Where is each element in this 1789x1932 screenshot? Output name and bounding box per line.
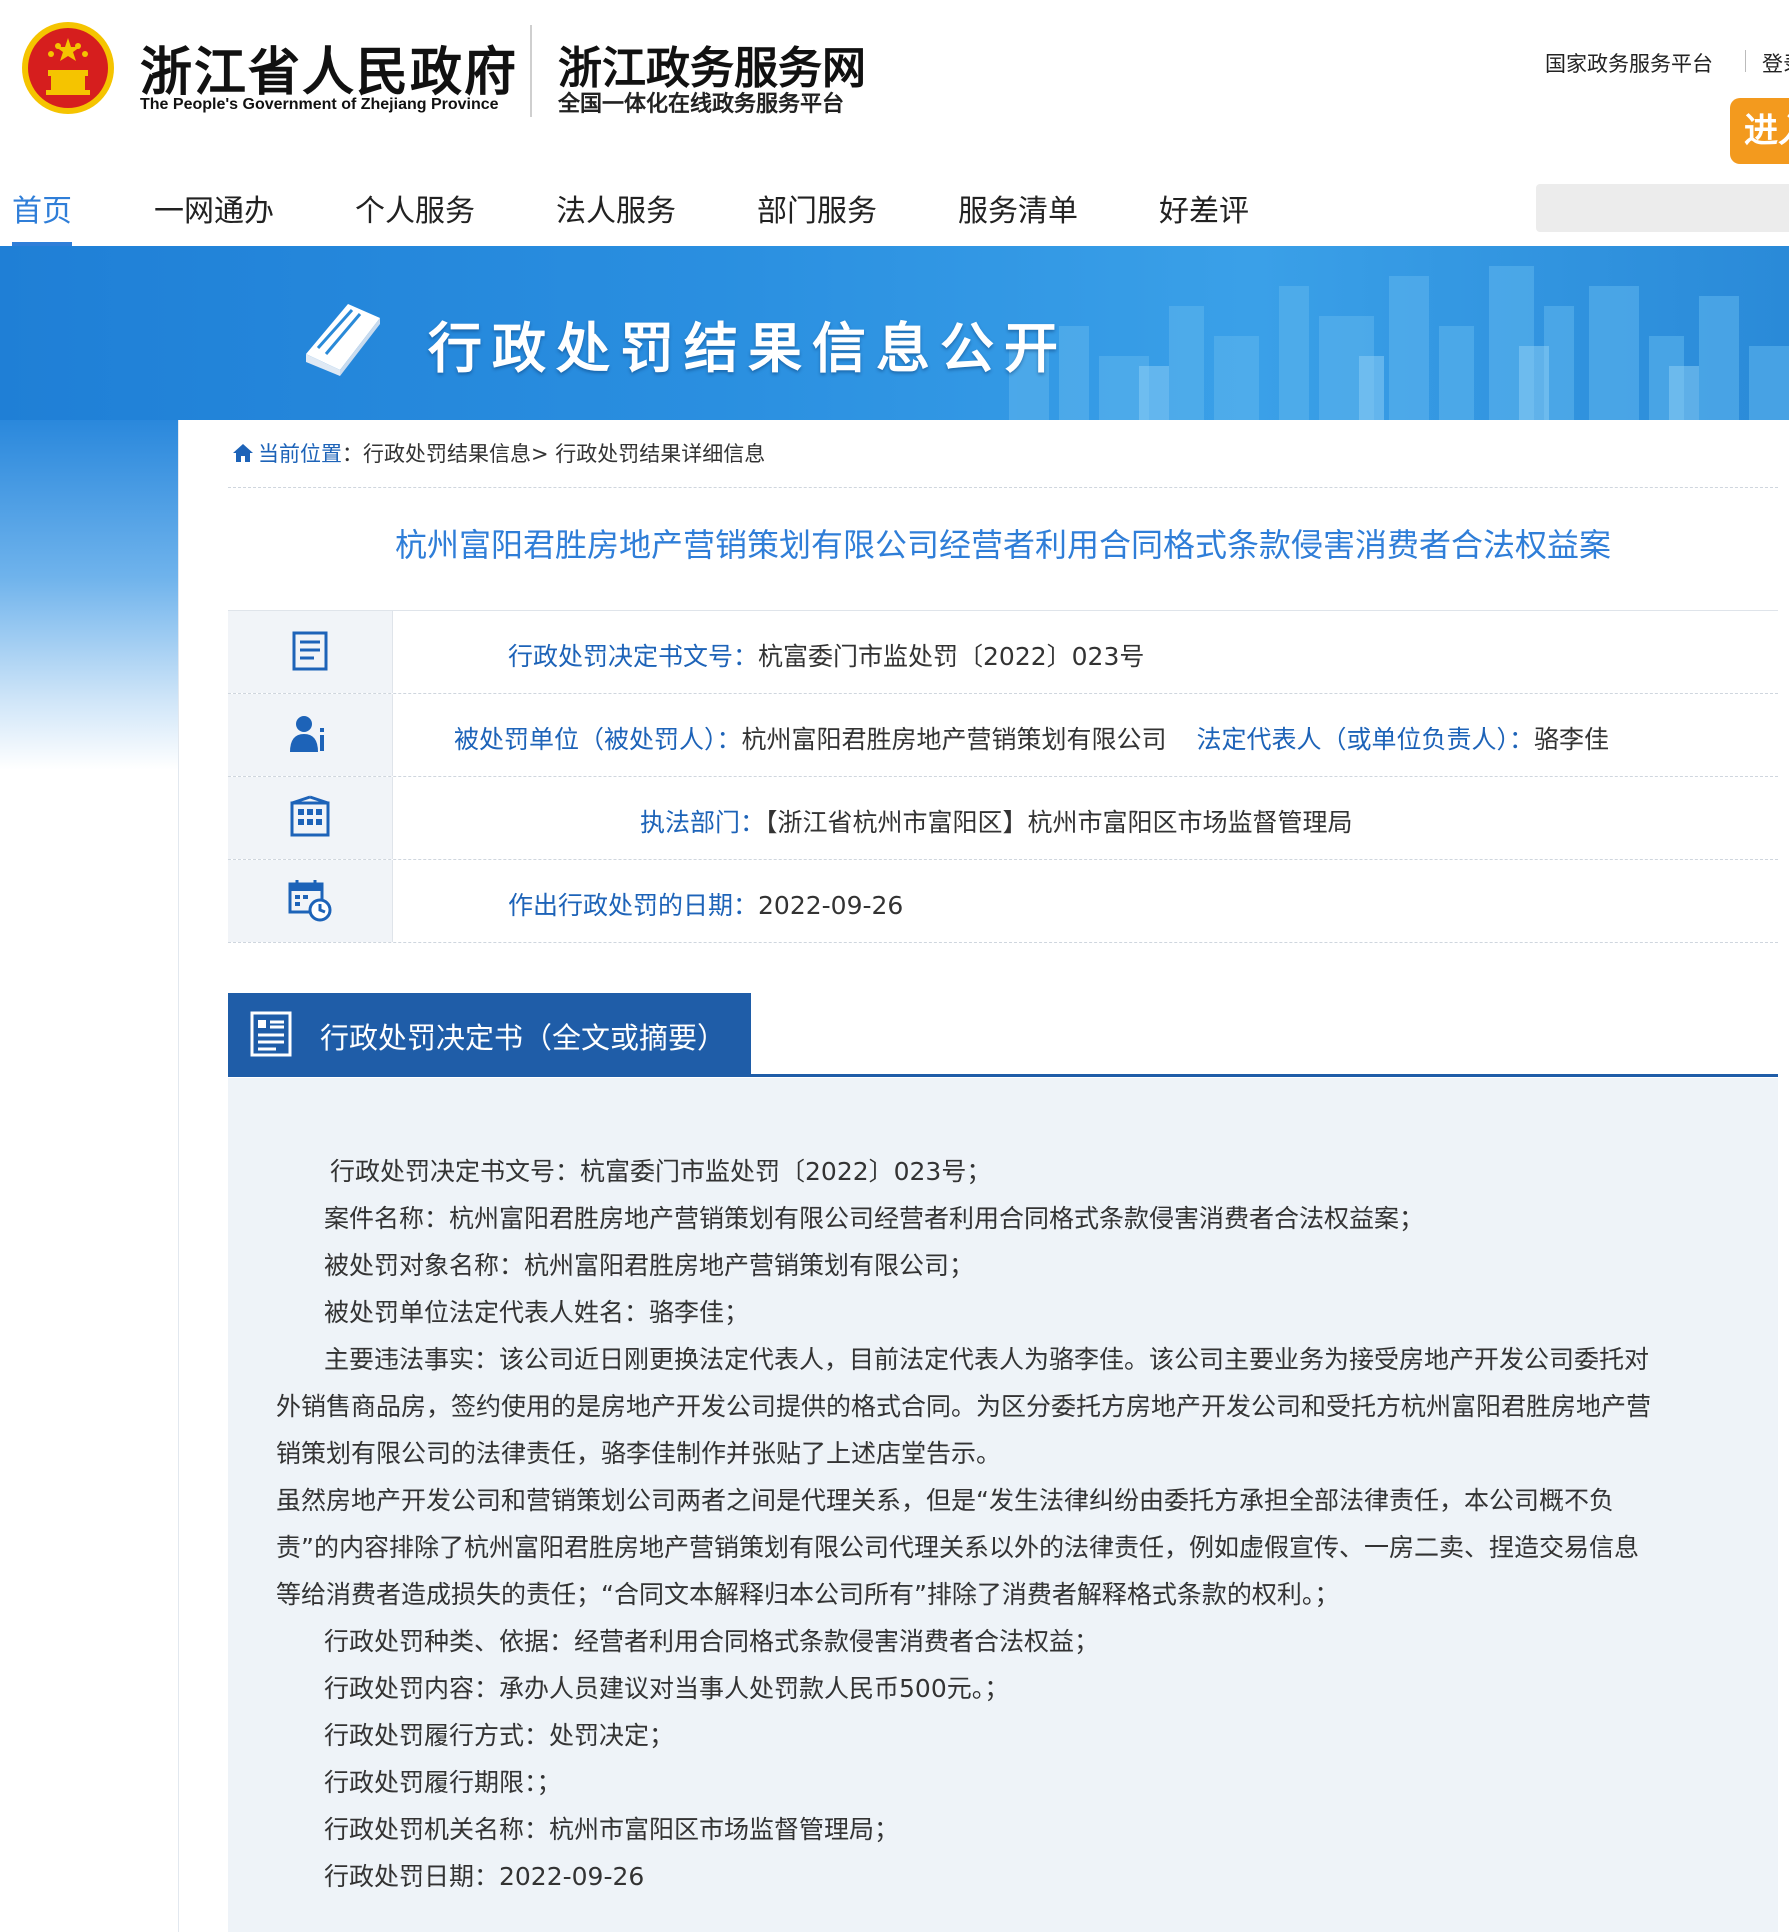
info-table: 行政处罚决定书文号：杭富委门市监处罚〔2022〕023号 被处罚单位（被处罚人）… xyxy=(228,610,1778,943)
doc-line: 等给消费者造成损失的责任；“合同文本解释归本公司所有”排除了消费者解释格式条款的… xyxy=(276,1580,1340,1609)
nav-item-one-network[interactable]: 一网通办 xyxy=(154,186,274,230)
rep-label: 法定代表人（或单位负责人）： xyxy=(1196,725,1535,754)
national-platform-link[interactable]: 国家政务服务平台 xyxy=(1545,48,1713,78)
decision-no: 行政处罚决定书文号：杭富委门市监处罚〔2022〕023号 xyxy=(508,637,1144,673)
doc-line: 销策划有限公司的法律责任，骆李佳制作并张贴了上述店堂告示。 xyxy=(276,1439,1002,1468)
decision-section-tab[interactable]: 行政处罚决定书（全文或摘要） xyxy=(228,993,751,1077)
breadcrumb-colon: ： xyxy=(342,442,363,466)
doc-line: 行政处罚履行期限：； xyxy=(324,1768,562,1797)
decision-no-label: 行政处罚决定书文号： xyxy=(508,642,759,671)
info-icon-cell xyxy=(228,860,393,942)
breadcrumb-level1[interactable]: 行政处罚结果信息 xyxy=(363,442,531,466)
info-row-date: 作出行政处罚的日期：2022-09-26 xyxy=(228,860,1778,943)
doc-line: 外销售商品房，签约使用的是房地产开发公司提供的格式合同。为区分委托方房地产开发公… xyxy=(276,1392,1652,1421)
header-divider xyxy=(530,25,532,117)
national-emblem-icon xyxy=(22,22,114,114)
party-value: 杭州富阳君胜房地产营销策划有限公司 xyxy=(741,725,1167,754)
doc-line: 案件名称：杭州富阳君胜房地产营销策划有限公司经营者利用合同格式条款侵害消费者合法… xyxy=(324,1204,1425,1233)
calendar-clock-icon xyxy=(288,880,332,922)
nav-item-legal-person[interactable]: 法人服务 xyxy=(556,186,676,230)
rep-value: 骆李佳 xyxy=(1534,725,1610,754)
doc-line: 被处罚对象名称：杭州富阳君胜房地产营销策划有限公司； xyxy=(324,1251,975,1280)
nav-item-home[interactable]: 首页 xyxy=(12,186,72,230)
breadcrumb-home[interactable]: 当前位置 xyxy=(258,442,342,466)
department-value: 【浙江省杭州市富阳区】杭州市富阳区市场监督管理局 xyxy=(765,808,1353,837)
document-list-icon xyxy=(250,1011,292,1057)
nav-item-department[interactable]: 部门服务 xyxy=(757,186,877,230)
department-label: 执法部门： xyxy=(640,808,766,837)
breadcrumb-divider xyxy=(228,487,1778,488)
info-icon-cell xyxy=(228,777,393,859)
document-icon xyxy=(292,631,328,671)
building-icon xyxy=(290,795,330,837)
doc-line: 行政处罚决定书文号：杭富委门市监处罚〔2022〕023号； xyxy=(330,1157,992,1186)
decision-no-value: 杭富委门市监处罚〔2022〕023号 xyxy=(758,642,1145,671)
portal-subtitle: 全国一体化在线政务服务平台 xyxy=(558,91,845,117)
info-icon-cell xyxy=(228,694,393,776)
date-value: 2022-09-26 xyxy=(758,891,904,920)
info-row-party: 被处罚单位（被处罚人）：杭州富阳君胜房地产营销策划有限公司 法定代表人（或单位负责… xyxy=(228,694,1778,777)
info-icon-cell xyxy=(228,611,393,693)
main-nav: 首页 一网通办 个人服务 法人服务 部门服务 服务清单 好差评 xyxy=(0,170,1789,416)
breadcrumb: 当前位置：行政处罚结果信息> 行政处罚结果详细信息 xyxy=(232,438,765,468)
book-icon xyxy=(306,304,380,376)
breadcrumb-arrow: > xyxy=(531,442,556,466)
decision-section-title: 行政处罚决定书（全文或摘要） xyxy=(320,1021,727,1055)
doc-line: 主要违法事实：该公司近日刚更换法定代表人，目前法定代表人为骆李佳。该公司主要业务… xyxy=(324,1345,1650,1374)
gov-title-en: The People's Government of Zhejiang Prov… xyxy=(140,96,499,113)
enter-button[interactable]: 进入 xyxy=(1730,98,1789,164)
doc-line: 行政处罚履行方式：处罚决定； xyxy=(324,1721,675,1750)
decision-document-body: 行政处罚决定书文号：杭富委门市监处罚〔2022〕023号； 案件名称：杭州富阳君… xyxy=(228,1078,1778,1932)
party-label: 被处罚单位（被处罚人）： xyxy=(454,725,742,754)
section-rule xyxy=(228,1074,1778,1077)
banner-title: 行政处罚结果信息公开 xyxy=(428,316,1068,380)
info-row-decision-no: 行政处罚决定书文号：杭富委门市监处罚〔2022〕023号 xyxy=(228,611,1778,694)
doc-line: 责”的内容排除了杭州富阳君胜房地产营销策划有限公司代理关系以外的法律责任，例如虚… xyxy=(276,1533,1639,1562)
top-link-separator xyxy=(1745,50,1746,72)
nav-item-service-list[interactable]: 服务清单 xyxy=(958,186,1078,230)
breadcrumb-level2: 行政处罚结果详细信息 xyxy=(555,442,766,466)
doc-line: 被处罚单位法定代表人姓名：骆李佳； xyxy=(324,1298,750,1327)
home-icon[interactable] xyxy=(232,443,254,463)
date-label: 作出行政处罚的日期： xyxy=(508,891,759,920)
left-decorative-panel xyxy=(0,420,178,770)
login-link[interactable]: 登录 xyxy=(1762,48,1789,78)
doc-line: 行政处罚机关名称：杭州市富阳区市场监督管理局； xyxy=(324,1815,900,1844)
doc-line: 行政处罚内容：承办人员建议对当事人处罚款人民币500元。； xyxy=(324,1674,1010,1703)
nav-item-personal[interactable]: 个人服务 xyxy=(355,186,475,230)
site-header: 浙江省人民政府 The People's Government of Zheji… xyxy=(0,0,1789,170)
doc-line: 行政处罚日期：2022-09-26 xyxy=(324,1862,645,1891)
doc-line: 行政处罚种类、依据：经营者利用合同格式条款侵害消费者合法权益； xyxy=(324,1627,1100,1656)
search-input[interactable] xyxy=(1536,184,1789,232)
nav-item-rating[interactable]: 好差评 xyxy=(1159,186,1249,230)
party-info: 被处罚单位（被处罚人）：杭州富阳君胜房地产营销策划有限公司 法定代表人（或单位负责… xyxy=(454,720,1609,756)
doc-line: 虽然房地产开发公司和营销策划公司两者之间是代理关系，但是“发生法律纠纷由委托方承… xyxy=(276,1486,1614,1515)
page-banner: 行政处罚结果信息公开 xyxy=(0,246,1789,420)
case-title: 杭州富阳君胜房地产营销策划有限公司经营者利用合同格式条款侵害消费者合法权益案 xyxy=(394,526,1611,564)
person-info-icon xyxy=(290,716,324,752)
date-info: 作出行政处罚的日期：2022-09-26 xyxy=(508,886,903,922)
gov-title: 浙江省人民政府 xyxy=(140,42,519,103)
info-row-department: 执法部门：【浙江省杭州市富阳区】杭州市富阳区市场监督管理局 xyxy=(228,777,1778,860)
department-info: 执法部门：【浙江省杭州市富阳区】杭州市富阳区市场监督管理局 xyxy=(640,803,1353,839)
